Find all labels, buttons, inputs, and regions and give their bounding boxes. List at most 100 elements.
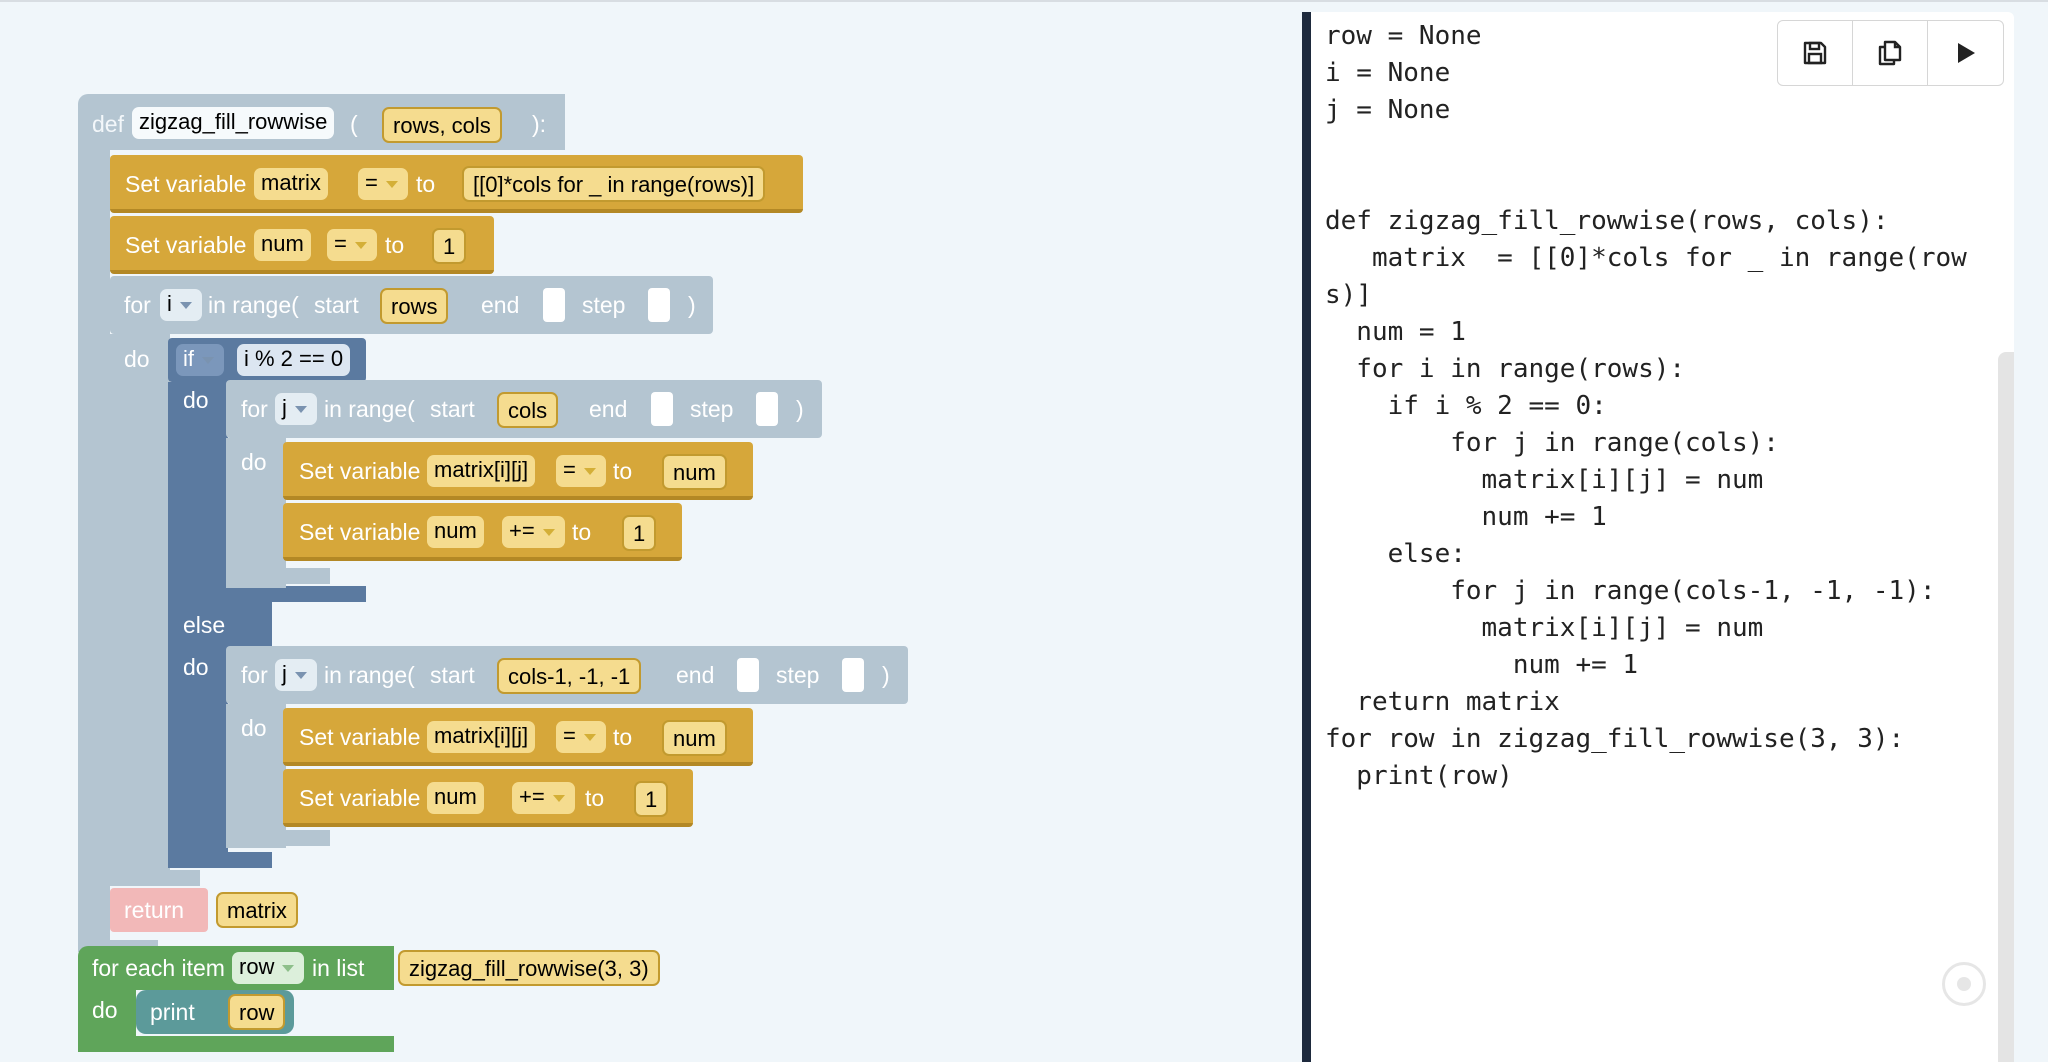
operator-dropdown[interactable]: += bbox=[502, 516, 565, 548]
do-label: do bbox=[92, 997, 118, 1023]
range-step-slot[interactable] bbox=[842, 658, 864, 692]
run-icon bbox=[1957, 43, 1975, 63]
def-keyword: def bbox=[92, 111, 124, 137]
in-list-label: in list bbox=[312, 955, 365, 981]
loop-variable-dropdown[interactable]: j bbox=[275, 659, 317, 691]
range-start-value[interactable]: cols bbox=[497, 392, 559, 428]
editor-toolbar bbox=[1777, 20, 2004, 86]
to-label: to bbox=[385, 232, 405, 258]
if-condition[interactable]: i % 2 == 0 bbox=[237, 344, 351, 376]
save-button[interactable] bbox=[1778, 21, 1853, 85]
generated-code[interactable]: row = None i = None j = None def zigzag_… bbox=[1325, 18, 1967, 795]
start-label: start bbox=[314, 292, 359, 318]
recenter-icon[interactable] bbox=[1942, 962, 1986, 1006]
for-j-reverse-bottom bbox=[226, 830, 330, 846]
copy-icon bbox=[1878, 40, 1902, 66]
to-label: to bbox=[572, 519, 592, 545]
for-each-label: for each item bbox=[92, 955, 225, 981]
matrix-init-value[interactable]: [[0]*cols for _ in range(rows)] bbox=[462, 166, 766, 202]
variable-name-field[interactable]: num bbox=[427, 782, 484, 814]
code-editor-panel[interactable]: row = None i = None j = None def zigzag_… bbox=[1302, 12, 2014, 1062]
range-step-slot[interactable] bbox=[756, 392, 778, 426]
save-icon bbox=[1803, 41, 1827, 65]
operator-dropdown[interactable]: = bbox=[327, 229, 377, 261]
print-value[interactable]: row bbox=[228, 994, 286, 1030]
range-end-slot[interactable] bbox=[737, 658, 759, 692]
editor-scrollbar[interactable] bbox=[1998, 352, 2014, 1062]
def-close-paren: ): bbox=[532, 111, 547, 137]
cell-value[interactable]: num bbox=[662, 720, 727, 756]
to-label: to bbox=[613, 724, 633, 750]
num-init-value[interactable]: 1 bbox=[432, 228, 467, 264]
run-button[interactable] bbox=[1928, 21, 2003, 85]
return-value[interactable]: matrix bbox=[216, 892, 298, 928]
step-label: step bbox=[582, 292, 626, 318]
do-label: do bbox=[241, 449, 267, 475]
variable-name-field[interactable]: matrix[i][j] bbox=[427, 721, 536, 753]
in-range-label: in range( bbox=[324, 396, 415, 422]
end-label: end bbox=[676, 662, 715, 688]
cell-value[interactable]: num bbox=[662, 454, 727, 490]
for-i-spine bbox=[110, 334, 170, 884]
else-label: else bbox=[183, 612, 226, 638]
for-each-bottom bbox=[78, 1036, 394, 1052]
list-expression[interactable]: zigzag_fill_rowwise(3, 3) bbox=[398, 950, 660, 986]
do-label: do bbox=[124, 346, 150, 372]
in-range-label: in range( bbox=[324, 662, 415, 688]
print-label: print bbox=[150, 999, 195, 1025]
operator-dropdown[interactable]: = bbox=[556, 721, 606, 753]
for-keyword: for bbox=[241, 396, 268, 422]
def-block-spine bbox=[78, 150, 110, 948]
blocks-workspace[interactable]: def zigzag_fill_rowwise ( rows, cols ): … bbox=[0, 0, 1302, 1062]
if-block-mid bbox=[168, 586, 366, 602]
range-start-value[interactable]: cols-1, -1, -1 bbox=[497, 658, 642, 694]
variable-name-field[interactable]: matrix bbox=[254, 168, 328, 200]
loop-item-dropdown[interactable]: row bbox=[232, 952, 305, 984]
do-label: do bbox=[241, 715, 267, 741]
set-variable-label: Set variable bbox=[125, 171, 247, 197]
operator-dropdown[interactable]: += bbox=[512, 782, 575, 814]
if-block-spine bbox=[168, 382, 228, 602]
set-variable-label: Set variable bbox=[299, 724, 421, 750]
def-open-paren: ( bbox=[350, 111, 358, 137]
close-paren: ) bbox=[882, 662, 890, 688]
def-params[interactable]: rows, cols bbox=[382, 107, 502, 143]
to-label: to bbox=[585, 785, 605, 811]
loop-variable-dropdown[interactable]: i bbox=[160, 289, 202, 321]
set-variable-label: Set variable bbox=[299, 785, 421, 811]
in-range-label: in range( bbox=[208, 292, 299, 318]
if-dropdown[interactable]: if bbox=[176, 344, 224, 376]
range-end-slot[interactable] bbox=[543, 288, 565, 322]
operator-dropdown[interactable]: = bbox=[556, 455, 606, 487]
range-end-slot[interactable] bbox=[651, 392, 673, 426]
for-keyword: for bbox=[241, 662, 268, 688]
increment-value[interactable]: 1 bbox=[622, 515, 657, 551]
to-label: to bbox=[416, 171, 436, 197]
for-j-bottom bbox=[226, 568, 330, 584]
range-step-slot[interactable] bbox=[648, 288, 670, 322]
operator-dropdown[interactable]: = bbox=[358, 168, 408, 200]
function-name-field[interactable]: zigzag_fill_rowwise bbox=[132, 107, 335, 139]
close-paren: ) bbox=[688, 292, 696, 318]
end-label: end bbox=[481, 292, 520, 318]
variable-name-field[interactable]: num bbox=[427, 516, 484, 548]
set-variable-label: Set variable bbox=[299, 519, 421, 545]
close-paren: ) bbox=[796, 396, 804, 422]
increment-value[interactable]: 1 bbox=[634, 781, 669, 817]
start-label: start bbox=[430, 396, 475, 422]
range-start-value[interactable]: rows bbox=[380, 288, 449, 324]
do-label: do bbox=[183, 654, 209, 680]
for-i-bottom bbox=[110, 870, 200, 886]
else-spine bbox=[168, 648, 228, 868]
variable-name-field[interactable]: num bbox=[254, 229, 311, 261]
loop-variable-dropdown[interactable]: j bbox=[275, 393, 317, 425]
copy-button[interactable] bbox=[1853, 21, 1928, 85]
end-label: end bbox=[589, 396, 628, 422]
variable-name-field[interactable]: matrix[i][j] bbox=[427, 455, 536, 487]
if-block-bottom bbox=[168, 852, 272, 868]
for-keyword: for bbox=[124, 292, 151, 318]
do-label: do bbox=[183, 387, 209, 413]
start-label: start bbox=[430, 662, 475, 688]
to-label: to bbox=[613, 458, 633, 484]
set-variable-label: Set variable bbox=[299, 458, 421, 484]
